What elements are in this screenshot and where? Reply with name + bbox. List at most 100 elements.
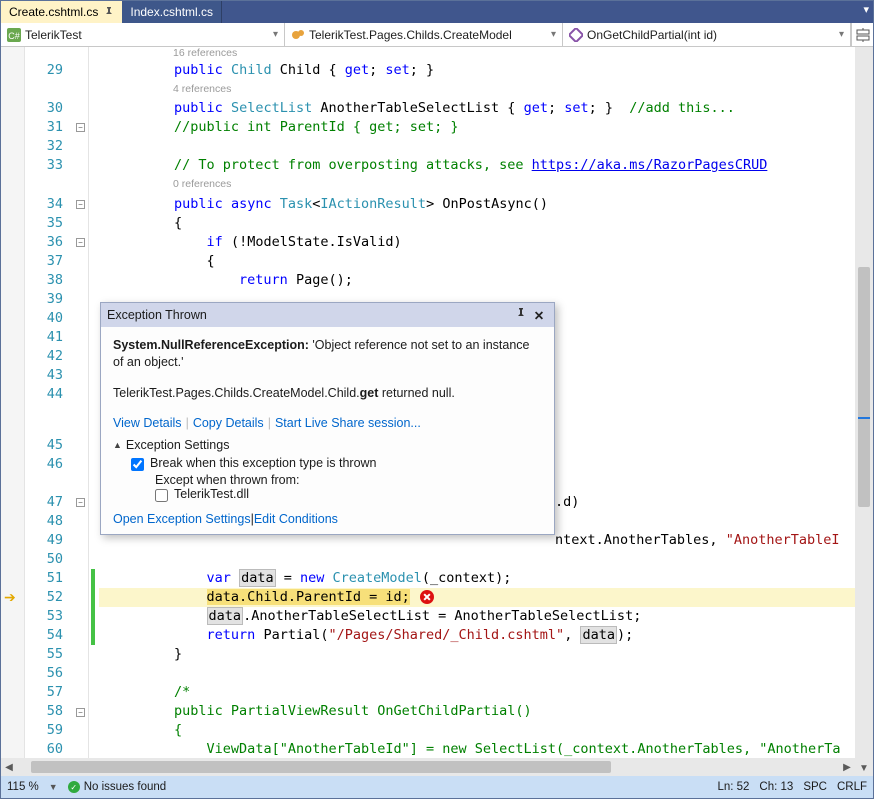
line-number: 58	[25, 702, 73, 721]
change-marker	[91, 569, 95, 645]
csharp-project-icon: C#	[7, 28, 21, 42]
fold-toggle[interactable]: −	[76, 123, 85, 132]
fold-margin: − − − − −	[73, 47, 89, 776]
member-combo[interactable]: OnGetChildPartial(int id) ▾	[563, 23, 851, 46]
split-view-button[interactable]	[851, 23, 873, 46]
line-number: 41	[25, 328, 73, 347]
close-icon[interactable]: ✕	[530, 308, 548, 323]
issues-indicator[interactable]: ✓ No issues found	[68, 781, 166, 793]
scroll-left-icon[interactable]: ◀	[1, 758, 17, 776]
line-number: 45	[25, 436, 73, 455]
line-number: 43	[25, 366, 73, 385]
line-number: 37	[25, 252, 73, 271]
line-number: 42	[25, 347, 73, 366]
project-combo[interactable]: C# TelerikTest ▾	[1, 23, 285, 46]
chevron-down-icon: ▾	[551, 29, 556, 40]
fold-toggle[interactable]: −	[76, 498, 85, 507]
svg-text:C#: C#	[8, 31, 20, 41]
line-number: 32	[25, 137, 73, 156]
line-number: 49	[25, 531, 73, 550]
error-icon[interactable]	[420, 590, 434, 604]
line-number: 54	[25, 626, 73, 645]
execution-pointer-icon: ➔	[4, 589, 16, 606]
except-module-label: TelerikTest.dll	[174, 487, 249, 501]
exception-detail: TelerikTest.Pages.Childs.CreateModel.Chi…	[113, 385, 542, 402]
zoom-level[interactable]: 115 %	[7, 781, 39, 793]
open-exception-settings-link[interactable]: Open Exception Settings	[113, 512, 251, 526]
pin-icon[interactable]	[512, 308, 530, 323]
codelens[interactable]: 16 references	[163, 47, 237, 59]
scrollbar-thumb[interactable]	[31, 761, 611, 773]
break-on-throw-label: Break when this exception type is thrown	[150, 456, 377, 470]
scroll-right-icon[interactable]: ▶	[839, 758, 855, 776]
break-on-throw-checkbox[interactable]	[131, 458, 144, 471]
current-line: data.Child.ParentId = id;	[99, 588, 873, 607]
doc-link[interactable]: https://aka.ms/RazorPagesCRUD	[532, 157, 768, 173]
line-number: 56	[25, 664, 73, 683]
except-when-label: Except when thrown from:	[155, 473, 542, 487]
line-number: 29	[25, 61, 73, 80]
zoom-chevron-icon[interactable]: ▼	[49, 782, 58, 792]
project-name: TelerikTest	[25, 28, 82, 42]
code-editor[interactable]: ➔ 29303132333435363738394041424344454647…	[1, 47, 873, 776]
line-number: 55	[25, 645, 73, 664]
indent-mode[interactable]: SPC	[803, 781, 827, 793]
fold-toggle[interactable]: −	[76, 708, 85, 717]
tab-index[interactable]: Index.cshtml.cs	[122, 1, 222, 23]
pin-icon[interactable]	[104, 7, 114, 17]
exception-links: View Details|Copy Details|Start Live Sha…	[113, 416, 542, 430]
glyph-margin: ➔	[1, 47, 25, 776]
fold-toggle[interactable]: −	[76, 238, 85, 247]
edit-conditions-link[interactable]: Edit Conditions	[254, 512, 338, 526]
vertical-scrollbar[interactable]: ▲ ▼	[855, 47, 873, 776]
line-number: 46	[25, 455, 73, 474]
class-combo[interactable]: TelerikTest.Pages.Childs.CreateModel ▾	[285, 23, 563, 46]
line-number: 60	[25, 740, 73, 759]
chevron-down-icon: ▾	[273, 29, 278, 40]
line-number: 53	[25, 607, 73, 626]
scroll-down-icon[interactable]: ▼	[855, 760, 873, 776]
tab-overflow-icon[interactable]: ▾	[863, 3, 869, 16]
class-icon	[291, 28, 305, 42]
document-tabbar: Create.cshtml.cs Index.cshtml.cs ▾	[1, 1, 873, 23]
line-ending[interactable]: CRLF	[837, 781, 867, 793]
line-numbers: 2930313233343536373839404142434445464748…	[25, 47, 73, 776]
copy-details-link[interactable]: Copy Details	[193, 416, 264, 430]
scroll-up-icon[interactable]: ▲	[855, 47, 873, 63]
scrollbar-thumb[interactable]	[858, 267, 870, 507]
view-details-link[interactable]: View Details	[113, 416, 182, 430]
method-icon	[569, 28, 583, 42]
fold-toggle[interactable]: −	[76, 200, 85, 209]
line-number: 35	[25, 214, 73, 233]
live-share-link[interactable]: Start Live Share session...	[275, 416, 421, 430]
cursor-line[interactable]: Ln: 52	[717, 781, 749, 793]
line-number: 39	[25, 290, 73, 309]
map-marker	[858, 417, 870, 419]
editor-window: Create.cshtml.cs Index.cshtml.cs ▾ C# Te…	[0, 0, 874, 799]
line-number: 31	[25, 118, 73, 137]
line-number: 30	[25, 99, 73, 118]
tab-create[interactable]: Create.cshtml.cs	[1, 1, 122, 23]
line-number: 40	[25, 309, 73, 328]
line-number: 34	[25, 195, 73, 214]
line-number: 47	[25, 493, 73, 512]
exception-message: System.NullReferenceException: 'Object r…	[113, 337, 542, 371]
line-number: 52	[25, 588, 73, 607]
horizontal-scrollbar[interactable]: ◀ ▶	[1, 758, 855, 776]
collapse-icon: ▲	[113, 440, 122, 450]
line-number: 50	[25, 550, 73, 569]
status-bar: 115 % ▼ ✓ No issues found Ln: 52 Ch: 13 …	[1, 776, 873, 798]
line-number: 33	[25, 156, 73, 175]
except-module-checkbox[interactable]	[155, 489, 168, 502]
line-number: 51	[25, 569, 73, 588]
codelens[interactable]: 0 references	[163, 178, 231, 190]
codelens[interactable]: 4 references	[163, 83, 231, 95]
popup-title: Exception Thrown	[107, 308, 512, 322]
tab-label: Index.cshtml.cs	[130, 5, 213, 19]
tab-label: Create.cshtml.cs	[9, 5, 98, 19]
line-number: 59	[25, 721, 73, 740]
popup-titlebar[interactable]: Exception Thrown ✕	[101, 303, 554, 327]
cursor-char[interactable]: Ch: 13	[759, 781, 793, 793]
exception-settings-header[interactable]: ▲Exception Settings	[113, 438, 542, 452]
line-number: 48	[25, 512, 73, 531]
